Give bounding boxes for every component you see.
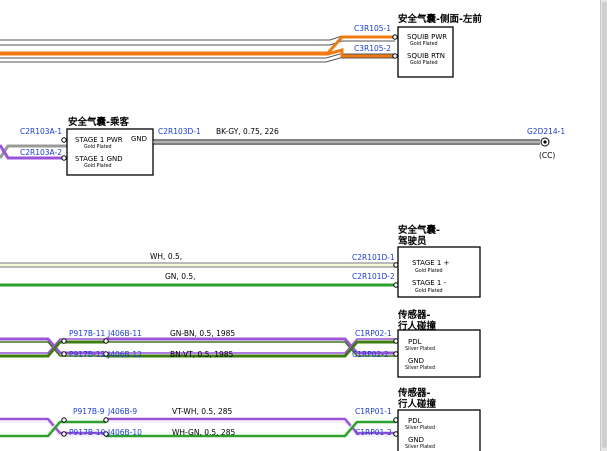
component-title-left-airbag: 安全气囊-侧面-左前 <box>398 13 482 25</box>
terminal-p917b-9[interactable] <box>61 417 67 423</box>
terminal-c2r103a-2[interactable] <box>61 155 67 161</box>
terminal-c3r105-1[interactable] <box>392 34 398 40</box>
connector-c2r101d-1: C2R101D-1 <box>352 253 395 262</box>
vertical-scrollbar[interactable] <box>600 0 607 451</box>
pin-gnd-sensor2: GND <box>408 436 424 444</box>
connector-c1rp01-1: C1RP01-1 <box>355 407 392 416</box>
plating-stage1-gnd: Gold Plated <box>84 163 112 169</box>
terminal-j406b-9[interactable] <box>103 417 109 423</box>
connector-c2r103a-2: C2R103A-2 <box>20 148 62 157</box>
wire-label-vt-wh: VT-WH, 0.5, 285 <box>172 407 232 416</box>
plating-squib-pwr: Gold Plated <box>410 41 438 47</box>
plating-gnd-sensor2: Silver Plated <box>405 444 435 450</box>
component-title-sensor2-line2: 行人碰撞 <box>397 398 437 410</box>
terminal-p917b-11[interactable] <box>61 338 67 344</box>
terminal-p917b-12[interactable] <box>61 351 67 357</box>
wiring-diagram: C3R105-1 C3R105-2 安全气囊-侧面-左前 SQUIB PWR G… <box>0 13 565 451</box>
splice-j406b-11: J406B-11 <box>107 329 142 338</box>
pin-pdl-sensor1: PDL <box>408 338 422 346</box>
plating-pdl-sensor1: Silver Plated <box>405 346 435 352</box>
splice-p917b-10: P917B-10 <box>69 428 105 437</box>
connector-c3r105-2: C3R105-2 <box>354 44 391 53</box>
wire-wh-driver[interactable] <box>0 262 396 268</box>
ground-symbol-icon <box>540 137 550 147</box>
component-title-driver-line1: 安全气囊- <box>398 224 440 236</box>
scrollbar-thumb[interactable] <box>602 2 607 448</box>
plating-stage1-minus: Gold Plated <box>415 288 443 294</box>
component-title-driver-line2: 驾驶员 <box>398 235 427 247</box>
connector-c3r105-1: C3R105-1 <box>354 24 391 33</box>
splice-p917b-12: P917B-12 <box>69 350 105 359</box>
ground-note: (CC) <box>539 151 555 160</box>
wire-label-bk-gy: BK-GY, 0.75, 226 <box>216 127 279 136</box>
plating-pdl-sensor2: Silver Plated <box>405 425 435 431</box>
connector-c1rp01-2: C1RP01-2 <box>355 428 392 437</box>
splice-j406b-12: J406B-12 <box>107 350 142 359</box>
pin-stage1-minus: STAGE 1 - <box>412 279 447 287</box>
pin-squib-rtn: SQUIB RTN <box>407 52 445 60</box>
splice-p917b-11: P917B-11 <box>69 329 105 338</box>
pin-squib-pwr: SQUIB PWR <box>407 33 447 41</box>
connector-c1rp02-1: C1RP02-1 <box>355 329 392 338</box>
splice-j406b-9: J406B-9 <box>107 407 137 416</box>
connector-c2r103a-1: C2R103A-1 <box>20 127 62 136</box>
terminal-p917b-10[interactable] <box>61 431 67 437</box>
wire-bk-gy-ground[interactable] <box>153 139 540 145</box>
connector-c2r103d-1: C2R103D-1 <box>158 127 201 136</box>
plating-gnd-sensor1: Silver Plated <box>405 365 435 371</box>
component-title-sensor1-line1: 传感器- <box>397 309 431 321</box>
connector-c2r101d-2: C2R101D-2 <box>352 272 395 281</box>
terminal-c2r103a-1[interactable] <box>61 137 67 143</box>
plating-stage1-pwr: Gold Plated <box>84 144 112 150</box>
pin-stage1-plus: STAGE 1 + <box>412 259 450 267</box>
wire-label-gn: GN, 0.5, <box>165 272 196 281</box>
terminal-c3r105-2[interactable] <box>392 53 398 59</box>
terminal-j406b-11[interactable] <box>103 338 109 344</box>
ground-id: G2D214-1 <box>527 127 565 136</box>
plating-stage1-plus: Gold Plated <box>415 268 443 274</box>
pin-stage1-gnd: STAGE 1 GND <box>75 155 123 163</box>
connector-c1rp02-2: C1RP02-2 <box>352 350 389 359</box>
wire-label-gn-bn: GN-BN, 0.5, 1985 <box>170 329 235 338</box>
wire-label-wh: WH, 0.5, <box>150 252 182 261</box>
pin-gnd-sensor1: GND <box>408 357 424 365</box>
wire-label-bn-vt: BN-VT, 0.5, 1985 <box>170 350 234 359</box>
pin-stage1-pwr: STAGE 1 PWR <box>75 136 123 144</box>
splice-p917b-9: P917B-9 <box>73 407 105 416</box>
pin-gnd: GND <box>131 135 147 143</box>
component-title-passenger-airbag: 安全气囊-乘客 <box>68 116 129 128</box>
splice-j406b-10: J406B-10 <box>107 428 142 437</box>
wire-label-wh-gn: WH-GN, 0.5, 285 <box>172 428 235 437</box>
pin-pdl-sensor2: PDL <box>408 417 422 425</box>
plating-squib-rtn: Gold Plated <box>410 60 438 66</box>
component-title-sensor2-line1: 传感器- <box>397 387 431 399</box>
